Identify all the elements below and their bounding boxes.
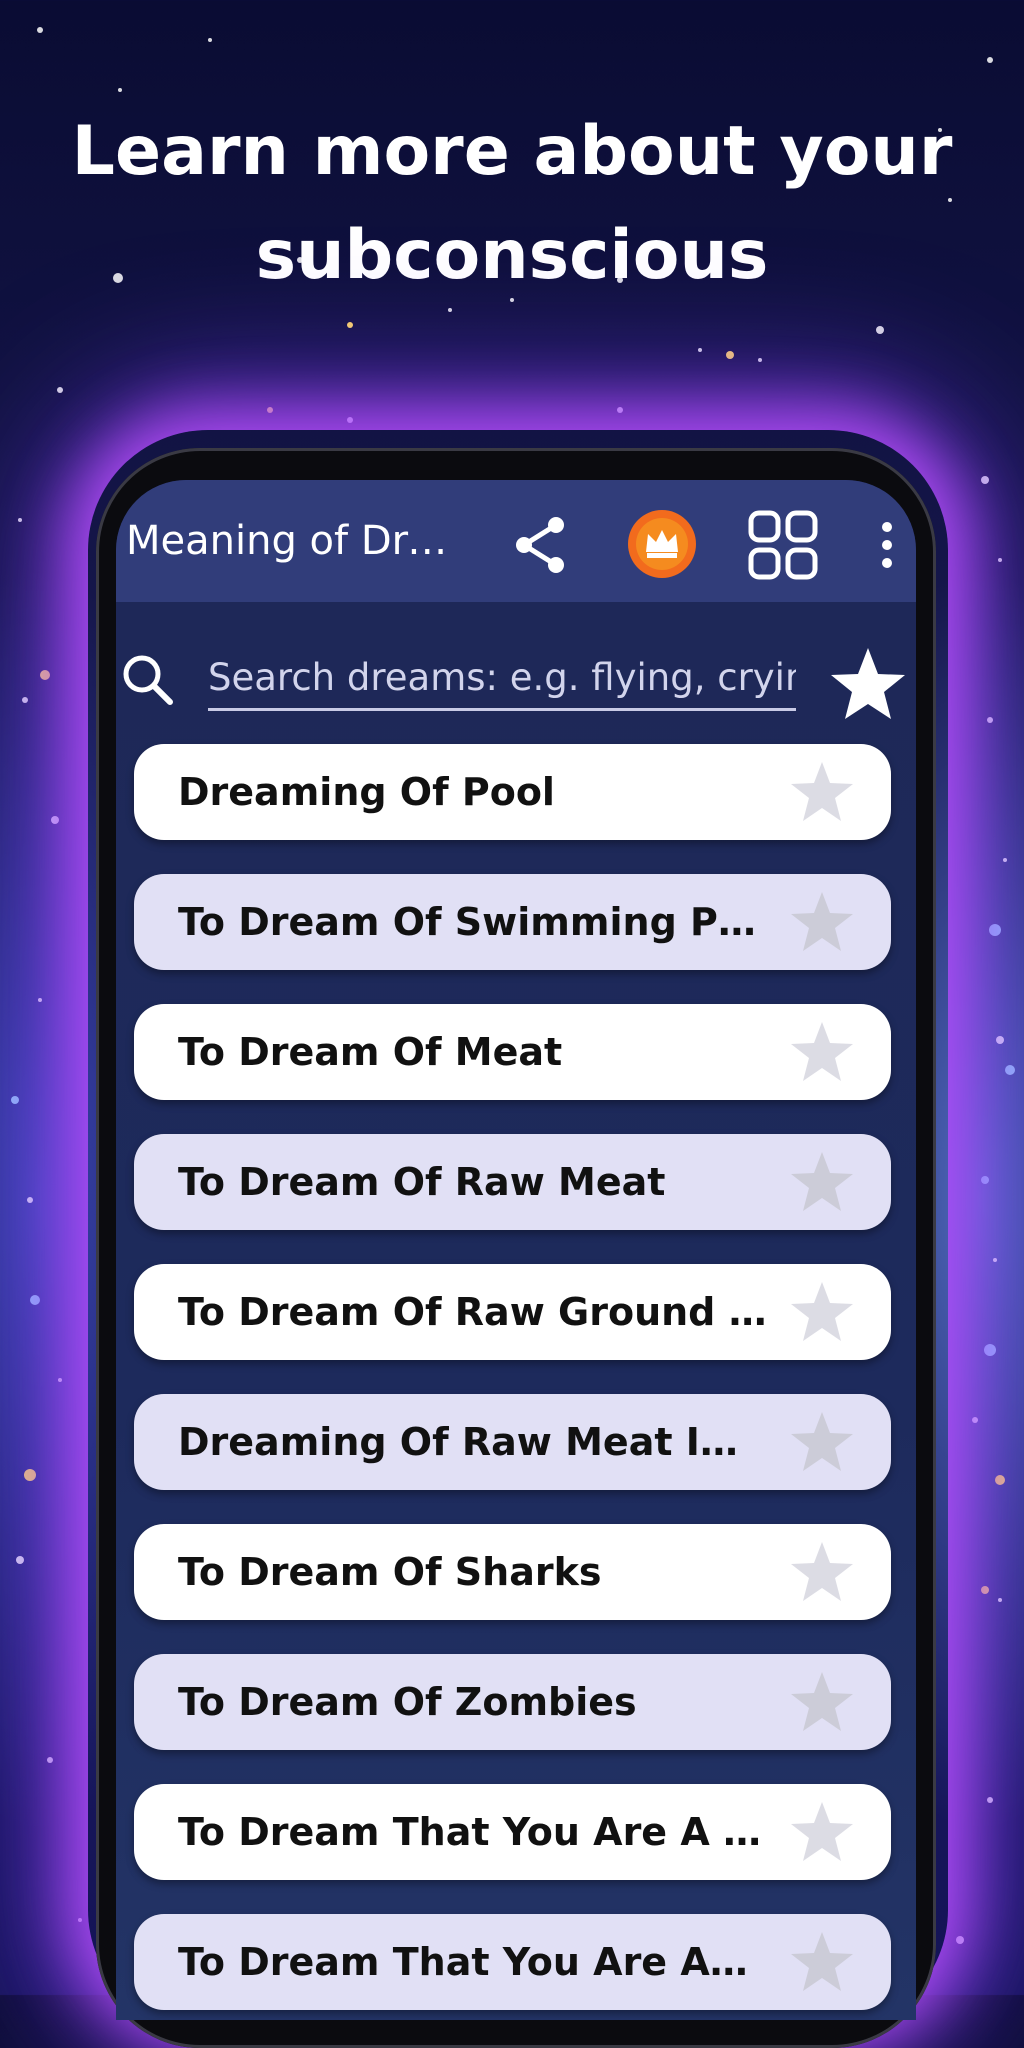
star-outline-icon[interactable] [788,1278,856,1346]
star-icon [831,648,905,719]
list-item-label: To Dream Of Zombies [178,1680,637,1724]
share-button[interactable] [506,510,576,580]
search-button[interactable] [118,650,178,710]
grid-view-button[interactable] [744,506,822,584]
grid-icon [748,510,818,580]
star-outline-icon[interactable] [788,1408,856,1476]
share-icon [516,517,564,573]
list-item[interactable]: To Dream Of Raw Meat [134,1134,891,1230]
list-item[interactable]: To Dream Of Swimming Pool [134,874,891,970]
list-item-label: To Dream Of Meat [178,1030,563,1074]
more-options-button[interactable] [872,512,902,578]
search-input[interactable] [208,646,796,711]
list-item-label: To Dream Of Swimming Pool [178,900,778,944]
list-item[interactable]: To Dream That You Are A Zombie [134,1784,891,1880]
star-outline-icon[interactable] [788,758,856,826]
star-outline-icon[interactable] [788,1018,856,1086]
app-toolbar: Meaning of Dreams [116,480,916,602]
list-item-label: To Dream Of Raw Meat [178,1160,666,1204]
premium-button[interactable] [624,504,700,584]
app-title: Meaning of Dreams [126,518,471,564]
list-item-label: To Dream That You Are A Zombie [178,1810,778,1854]
star-outline-icon[interactable] [788,1798,856,1866]
star-outline-icon[interactable] [788,1538,856,1606]
list-item-label: To Dream That You Are Attacked By Zombie… [178,1940,758,1984]
crown-icon [628,510,696,578]
search-icon [123,655,173,705]
list-item[interactable]: Dreaming Of Pool [134,744,891,840]
promo-headline: Learn more about your subconscious [0,100,1024,308]
star-outline-icon[interactable] [788,1668,856,1736]
list-item[interactable]: To Dream That You Are Attacked By Zombie… [134,1914,891,2010]
app-screen: Meaning of Dreams [116,480,916,2020]
list-item[interactable]: To Dream Of Raw Ground Meat [134,1264,891,1360]
headline-line-1: Learn more about your [71,112,953,191]
headline-line-2: subconscious [255,216,769,295]
star-outline-icon[interactable] [788,1148,856,1216]
search-bar [116,632,916,732]
list-item[interactable]: To Dream Of Meat [134,1004,891,1100]
list-item[interactable]: To Dream Of Zombies [134,1654,891,1750]
list-item[interactable]: Dreaming Of Raw Meat In Abundance [134,1394,891,1490]
list-item[interactable]: To Dream Of Sharks [134,1524,891,1620]
list-item-label: To Dream Of Sharks [178,1550,602,1594]
star-outline-icon[interactable] [788,888,856,956]
favorites-filter-button[interactable] [828,644,908,724]
list-item-label: Dreaming Of Raw Meat In Abundance [178,1420,758,1464]
more-vert-icon [882,522,892,568]
list-item-label: Dreaming Of Pool [178,770,555,814]
star-outline-icon[interactable] [788,1928,856,1996]
list-item-label: To Dream Of Raw Ground Meat [178,1290,778,1334]
